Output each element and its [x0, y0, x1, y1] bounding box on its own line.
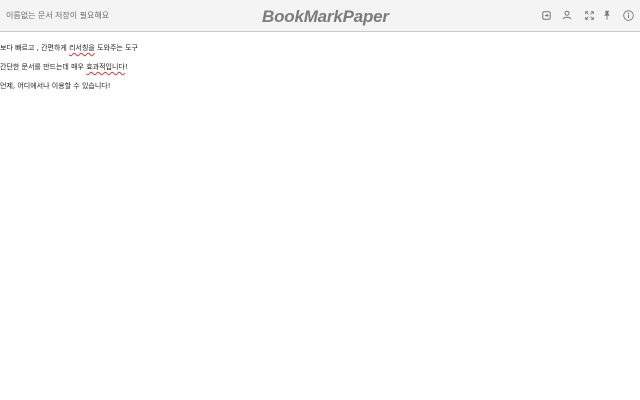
document-title[interactable]: 이름없는 문서 [6, 10, 53, 22]
export-button[interactable] [540, 9, 552, 21]
line-text: 보다 빠르고 , 간편하게 [0, 44, 70, 52]
editor-line[interactable]: 보다 빠르고 , 간편하게 리서칭을 도와주는 도구 [0, 43, 138, 53]
line-text: ! [124, 63, 128, 71]
pin-button[interactable] [601, 9, 613, 21]
line-text: 간단한 문서를 만드는데 매우 [0, 63, 87, 71]
save-status: 저장이 필요해요 [55, 11, 110, 20]
fullscreen-icon [584, 10, 594, 20]
fullscreen-button[interactable] [583, 9, 595, 21]
app-window: 이름없는 문서 저장이 필요해요 BookMarkPaper 보다 빠르고 , … [0, 0, 640, 400]
account-button[interactable] [561, 9, 573, 21]
brand-logo: BookMarkPaper [262, 7, 389, 26]
pin-icon [604, 10, 610, 20]
line-text: 언제, 어디에서나 이용할 수 있습니다! [0, 82, 111, 90]
user-icon [562, 10, 572, 20]
spellcheck-word[interactable]: 효과적입니다 [86, 63, 125, 71]
document-editor[interactable]: 보다 빠르고 , 간편하게 리서칭을 도와주는 도구 간단한 문서를 만드는데 … [0, 33, 640, 400]
export-icon [541, 10, 551, 20]
spellcheck-word[interactable]: 리서칭을 [69, 44, 95, 52]
editor-line[interactable]: 간단한 문서를 만드는데 매우 효과적입니다! [0, 62, 128, 72]
top-bar: 이름없는 문서 저장이 필요해요 BookMarkPaper [0, 0, 640, 32]
info-button[interactable] [622, 9, 634, 21]
editor-line[interactable]: 언제, 어디에서나 이용할 수 있습니다! [0, 81, 111, 91]
line-text: 도와주는 도구 [94, 44, 138, 52]
info-icon [622, 9, 634, 21]
